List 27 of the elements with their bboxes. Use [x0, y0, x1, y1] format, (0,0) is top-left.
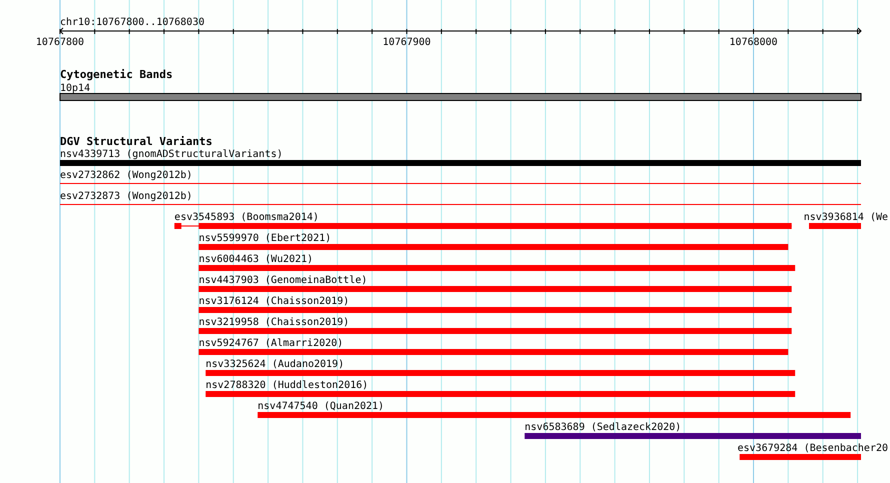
variant-label[interactable]: esv3545893 (Boomsma2014): [174, 212, 319, 223]
variant-label[interactable]: nsv4339713 (gnomADStructuralVariants): [60, 149, 283, 160]
variant-label[interactable]: nsv4747540 (Quan2021): [258, 401, 384, 412]
variant-label[interactable]: nsv4437903 (GenomeinaBottle): [198, 275, 368, 286]
variant-label[interactable]: esv2732862 (Wong2012b): [60, 170, 192, 181]
variant-line[interactable]: [60, 204, 861, 205]
track-title: Cytogenetic Bands: [60, 68, 173, 81]
variant-label[interactable]: esv2732873 (Wong2012b): [60, 191, 192, 202]
cytoband-bar[interactable]: [60, 93, 862, 101]
variant-label[interactable]: esv3679284 (Besenbacher20: [738, 443, 888, 454]
ruler-label: 10768000: [729, 37, 778, 48]
variant-line[interactable]: [60, 183, 861, 184]
ruler-label: 10767800: [36, 37, 84, 48]
variant-label[interactable]: nsv6004463 (Wu2021): [198, 254, 314, 265]
variant-label[interactable]: nsv6583689 (Sedlazeck2020): [524, 422, 682, 433]
variant-label[interactable]: nsv3219958 (Chaisson2019): [198, 317, 350, 328]
variant-label[interactable]: nsv3936814 (We: [804, 212, 888, 223]
region-coordinates: chr10:10767800..10768030: [60, 17, 204, 28]
variant-label[interactable]: nsv2788320 (Huddleston2016): [206, 380, 368, 391]
variant-bar[interactable]: [174, 223, 792, 229]
variant-label[interactable]: nsv3176124 (Chaisson2019): [198, 296, 350, 307]
variant-label[interactable]: nsv3325624 (Audano2019): [206, 359, 344, 370]
variant-label[interactable]: nsv5924767 (Almarri2020): [198, 338, 344, 349]
ruler-label: 10767900: [382, 37, 431, 48]
track-title: DGV Structural Variants: [60, 135, 212, 148]
band-label[interactable]: 10p14: [60, 83, 90, 94]
variant-label[interactable]: nsv5599970 (Ebert2021): [198, 233, 332, 244]
